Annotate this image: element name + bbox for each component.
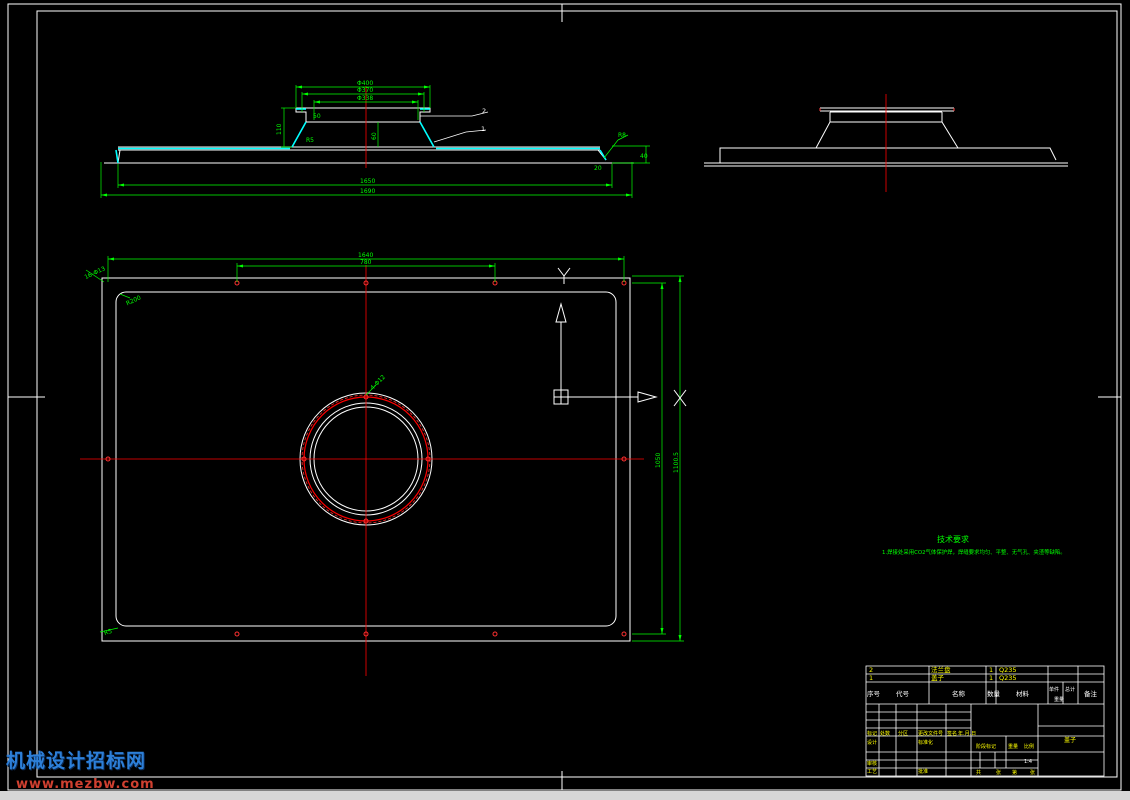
header-name: 名称	[952, 689, 966, 698]
side-view	[704, 94, 1068, 192]
dim-w-outer: 1690	[360, 188, 375, 195]
dim-h-small: 50	[313, 113, 321, 120]
technical-requirements: 技术要求 1.焊接处采用CO2气体保护焊，焊缝要求均匀、平整、无气孔、夹渣等缺陷…	[882, 534, 1066, 556]
dim-d-inner: Φ338	[357, 95, 373, 102]
header-total: 总计	[1065, 686, 1075, 693]
tech-note: 1.焊接处采用CO2气体保护焊，焊缝要求均匀、平整、无气孔、夹渣等缺陷。	[882, 548, 1066, 556]
title-block: 2 法兰盘 1 Q235 1 盖子 1 Q235 序号 代号 名称 数量 材料 …	[865, 665, 1105, 777]
sign-label-3: 更改文件号	[918, 730, 943, 737]
header-qty: 数量	[987, 689, 1001, 698]
sign-label-5: 年.月.日	[958, 730, 976, 737]
sheet-label-3: 张	[1030, 769, 1035, 776]
dim-top-total: 1640	[358, 252, 373, 259]
sheet-label-2: 第	[1012, 769, 1017, 776]
part-2-material: Q235	[999, 666, 1017, 674]
cad-drawing-canvas: Φ400 Φ370 Φ338 110 60 50 R5 1650 1690 R8…	[7, 3, 1122, 791]
sign-label-2: 分区	[898, 730, 908, 737]
dim-w-inner: 1650	[360, 178, 375, 185]
sign-label-1: 处数	[880, 730, 890, 737]
part-2-qty: 1	[989, 666, 993, 674]
scale-label: 比例	[1024, 743, 1034, 750]
header-unit: 单件	[1049, 686, 1059, 693]
part-1-material: Q235	[999, 674, 1017, 682]
dim-r-right: R8	[618, 132, 626, 139]
dim-side-inner: 1050	[655, 453, 662, 468]
scale-value: 1:4	[1024, 759, 1032, 765]
dim-r-small: R5	[306, 137, 314, 144]
leader-label-2: 2	[482, 107, 486, 115]
stage-label: 阶段标记	[976, 743, 996, 750]
front-view: Φ400 Φ370 Φ338 110 60 50 R5 1650 1690 R8…	[100, 80, 650, 198]
standard-label: 标准化	[918, 739, 933, 746]
ucs-axis-icon	[553, 267, 687, 407]
leader-label-1: 1	[481, 125, 485, 133]
header-code: 代号	[896, 689, 910, 698]
review-label: 审核	[867, 760, 877, 767]
drawing-name: 盖子	[1064, 736, 1076, 744]
dim-d-mid: Φ370	[357, 87, 373, 94]
part-1-qty: 1	[989, 674, 993, 682]
design-label: 设计	[867, 739, 877, 746]
approve-label: 批准	[918, 768, 928, 775]
header-remark: 备注	[1084, 689, 1098, 698]
part-1-no: 1	[869, 674, 873, 682]
dim-ring-note: 4-Φ12	[369, 374, 387, 392]
part-1-name: 盖子	[931, 673, 945, 682]
dim-top-inner: 780	[360, 259, 372, 266]
plan-view: 1640 780 1050 1100.5 16-Φ13 R200 4-Φ12 R…	[80, 252, 687, 676]
sheet-label-1: 张	[996, 769, 1001, 776]
window-bottom-strip	[0, 791, 1130, 800]
dim-d-top: Φ400	[357, 80, 373, 87]
dim-corner-r: R200	[125, 294, 142, 307]
dim-edge-right: 40	[640, 153, 648, 160]
sheet-label-0: 共	[976, 769, 981, 776]
dim-side-outer: 1100.5	[673, 452, 680, 473]
dim-h-center: 60	[371, 132, 378, 140]
dim-hole-note: 16-Φ13	[83, 265, 106, 281]
dim-edge-h: 20	[594, 165, 602, 172]
sign-label-0: 标记	[867, 730, 877, 737]
tech-title: 技术要求	[937, 534, 969, 544]
part-2-name: 法兰盘	[931, 665, 951, 674]
header-no: 序号	[867, 689, 881, 698]
process-label: 工艺	[867, 769, 877, 775]
dim-h-flange: 110	[276, 123, 283, 135]
mass-label: 重量	[1008, 743, 1018, 750]
sign-label-4: 签名	[947, 730, 957, 737]
part-2-no: 2	[869, 666, 873, 674]
weight-header: 重量	[1054, 696, 1064, 703]
header-material: 材料	[1016, 689, 1030, 698]
